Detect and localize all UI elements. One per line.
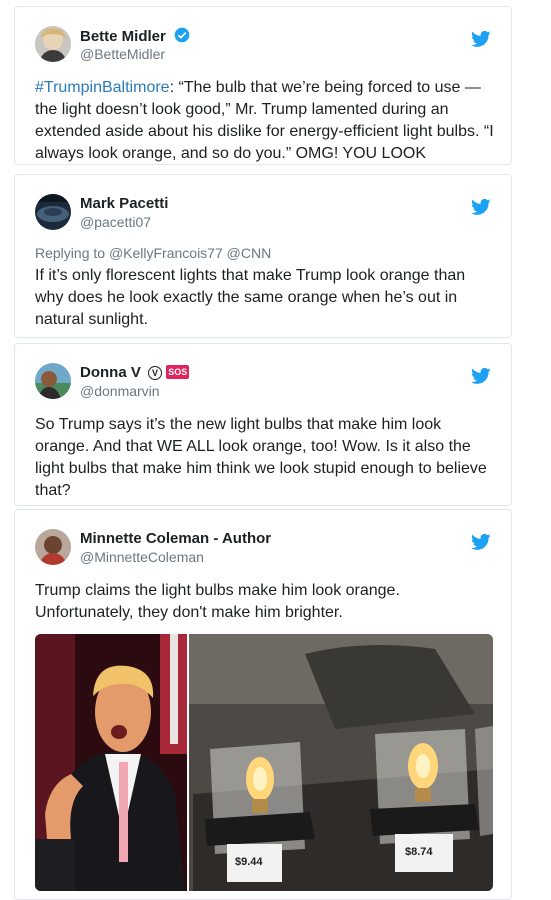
tweet-photo[interactable]: $9.44 $8.74 bbox=[35, 634, 493, 891]
user-handle[interactable]: @BetteMidler bbox=[80, 46, 165, 62]
twitter-bird-icon[interactable] bbox=[471, 29, 491, 49]
display-name[interactable]: Bette Midler bbox=[80, 27, 190, 45]
avatar[interactable] bbox=[35, 529, 71, 565]
tweet-text: Trump claims the light bulbs make him lo… bbox=[35, 582, 400, 621]
replying-to-prefix: Replying to bbox=[35, 245, 109, 261]
twitter-bird-icon[interactable] bbox=[471, 197, 491, 217]
v-circle-badge-icon: V bbox=[148, 366, 163, 380]
tweet-text: If it’s only florescent lights that make… bbox=[35, 267, 466, 328]
tweet-text: So Trump says it’s the new light bulbs t… bbox=[35, 416, 487, 499]
twitter-bird-icon[interactable] bbox=[471, 366, 491, 386]
tweet-card-bette-midler[interactable]: Bette Midler @BetteMidler #TrumpinBaltim… bbox=[14, 6, 512, 165]
avatar[interactable] bbox=[35, 194, 71, 230]
display-name-text[interactable]: Bette Midler bbox=[80, 28, 166, 45]
replying-to: Replying to @KellyFrancois77 @CNN bbox=[35, 245, 271, 261]
tweet-media[interactable]: $9.44 $8.74 bbox=[35, 634, 493, 891]
tweet-card-minnette-coleman[interactable]: Minnette Coleman - Author @MinnetteColem… bbox=[14, 509, 512, 900]
tweet-card-mark-pacetti[interactable]: Mark Pacetti @pacetti07 Replying to @Kel… bbox=[14, 174, 512, 338]
reply-mentions[interactable]: @KellyFrancois77 @CNN bbox=[109, 245, 271, 261]
user-handle[interactable]: @pacetti07 bbox=[80, 214, 151, 230]
verified-badge-icon bbox=[174, 27, 190, 43]
price-tag-right: $8.74 bbox=[405, 846, 433, 858]
twitter-bird-icon[interactable] bbox=[471, 532, 491, 552]
user-handle[interactable]: @donmarvin bbox=[80, 383, 160, 399]
tweet-text: #TrumpinBaltimore: “The bulb that we’re … bbox=[35, 77, 495, 164]
user-handle[interactable]: @MinnetteColeman bbox=[80, 549, 204, 565]
display-name-text[interactable]: Donna V bbox=[80, 364, 141, 381]
avatar[interactable] bbox=[35, 26, 71, 62]
display-name[interactable]: Donna V V SOS bbox=[80, 364, 190, 381]
avatar[interactable] bbox=[35, 363, 71, 399]
display-name[interactable]: Minnette Coleman - Author bbox=[80, 530, 271, 547]
hashtag-link[interactable]: #TrumpinBaltimore bbox=[35, 79, 170, 96]
price-tag-left: $9.44 bbox=[235, 856, 263, 868]
sos-badge-icon: SOS bbox=[166, 365, 190, 379]
display-name[interactable]: Mark Pacetti bbox=[80, 195, 168, 212]
tweet-card-donna-v[interactable]: Donna V V SOS @donmarvin So Trump says i… bbox=[14, 343, 512, 506]
